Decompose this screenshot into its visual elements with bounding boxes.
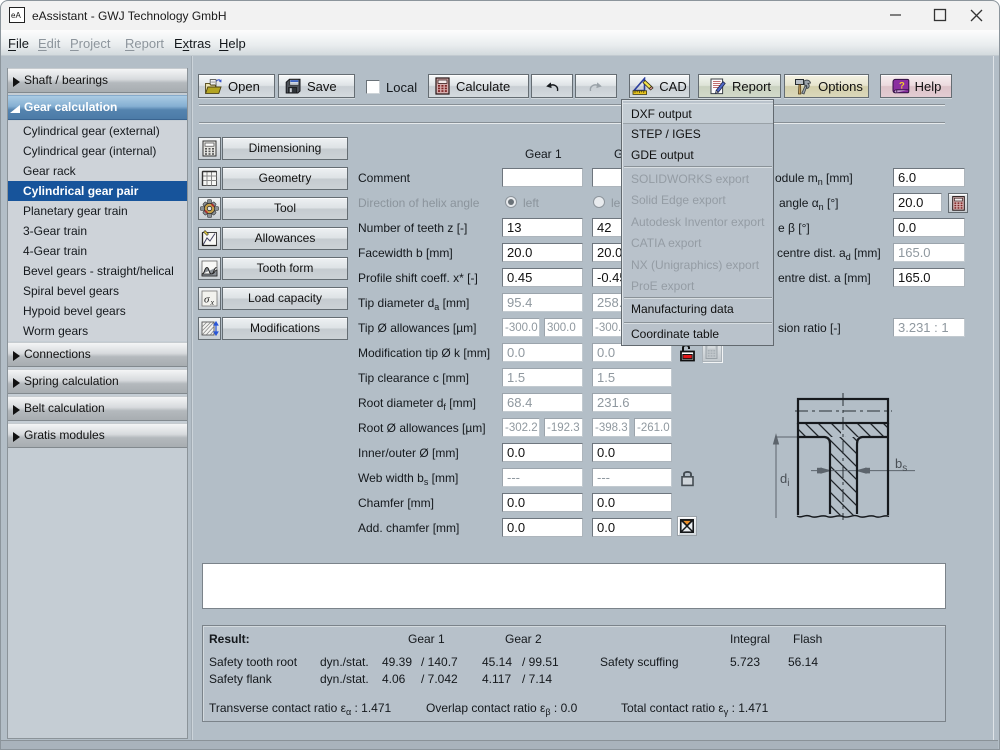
svg-text:bs: bs xyxy=(895,456,907,474)
svg-text:σ: σ xyxy=(204,294,210,306)
svg-text:x: x xyxy=(210,298,215,307)
svg-text:di: di xyxy=(780,471,789,489)
svg-text:?: ? xyxy=(899,80,905,91)
